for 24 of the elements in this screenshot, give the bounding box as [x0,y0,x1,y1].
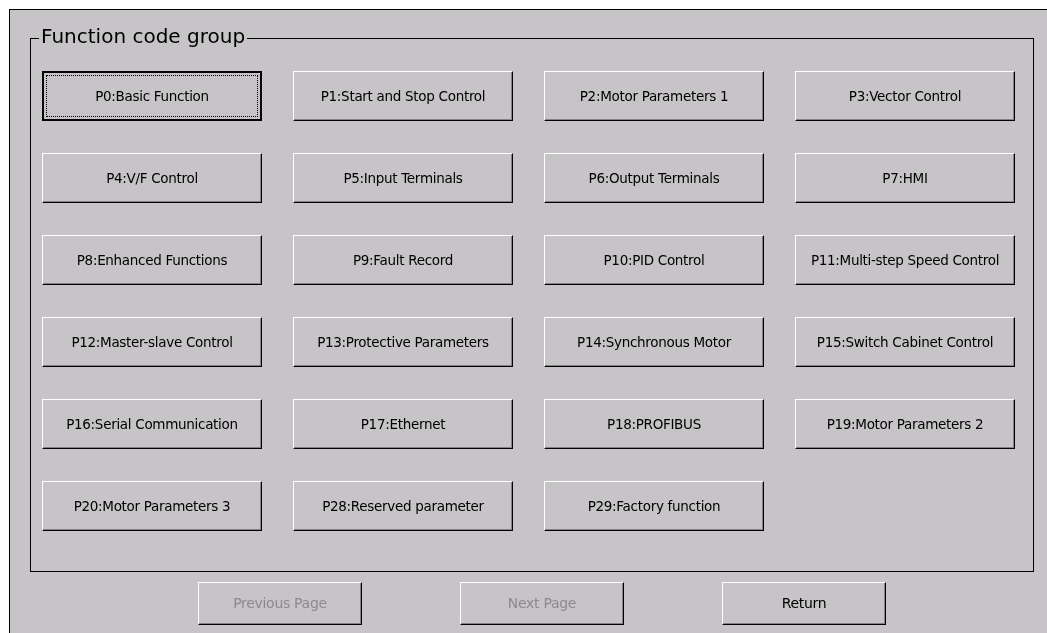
function-group-button[interactable]: P7:HMI [795,153,1015,203]
function-group-button[interactable]: P8:Enhanced Functions [42,235,262,285]
function-group-button[interactable]: P12:Master-slave Control [42,317,262,367]
function-group-button[interactable]: P28:Reserved parameter [293,481,513,531]
function-group-button[interactable]: P29:Factory function [544,481,764,531]
function-group-button[interactable]: P9:Fault Record [293,235,513,285]
function-group-button[interactable]: P11:Multi-step Speed Control [795,235,1015,285]
function-group-button[interactable]: P6:Output Terminals [544,153,764,203]
function-group-button[interactable]: P17:Ethernet [293,399,513,449]
function-group-button[interactable]: P16:Serial Communication [42,399,262,449]
function-group-button[interactable]: P10:PID Control [544,235,764,285]
function-group-button[interactable]: P14:Synchronous Motor [544,317,764,367]
function-group-button[interactable]: P20:Motor Parameters 3 [42,481,262,531]
function-group-button[interactable]: P4:V/F Control [42,153,262,203]
page-button[interactable]: Return [722,582,886,625]
function-group-button[interactable]: P13:Protective Parameters [293,317,513,367]
function-group-button[interactable]: P5:Input Terminals [293,153,513,203]
function-group-button[interactable]: P3:Vector Control [795,71,1015,121]
function-group-button[interactable]: P19:Motor Parameters 2 [795,399,1015,449]
function-group-button[interactable]: P0:Basic Function [42,71,262,121]
function-group-button[interactable]: P15:Switch Cabinet Control [795,317,1015,367]
function-group-button[interactable]: P2:Motor Parameters 1 [544,71,764,121]
function-group-button[interactable]: P18:PROFIBUS [544,399,764,449]
function-group-button[interactable]: P1:Start and Stop Control [293,71,513,121]
